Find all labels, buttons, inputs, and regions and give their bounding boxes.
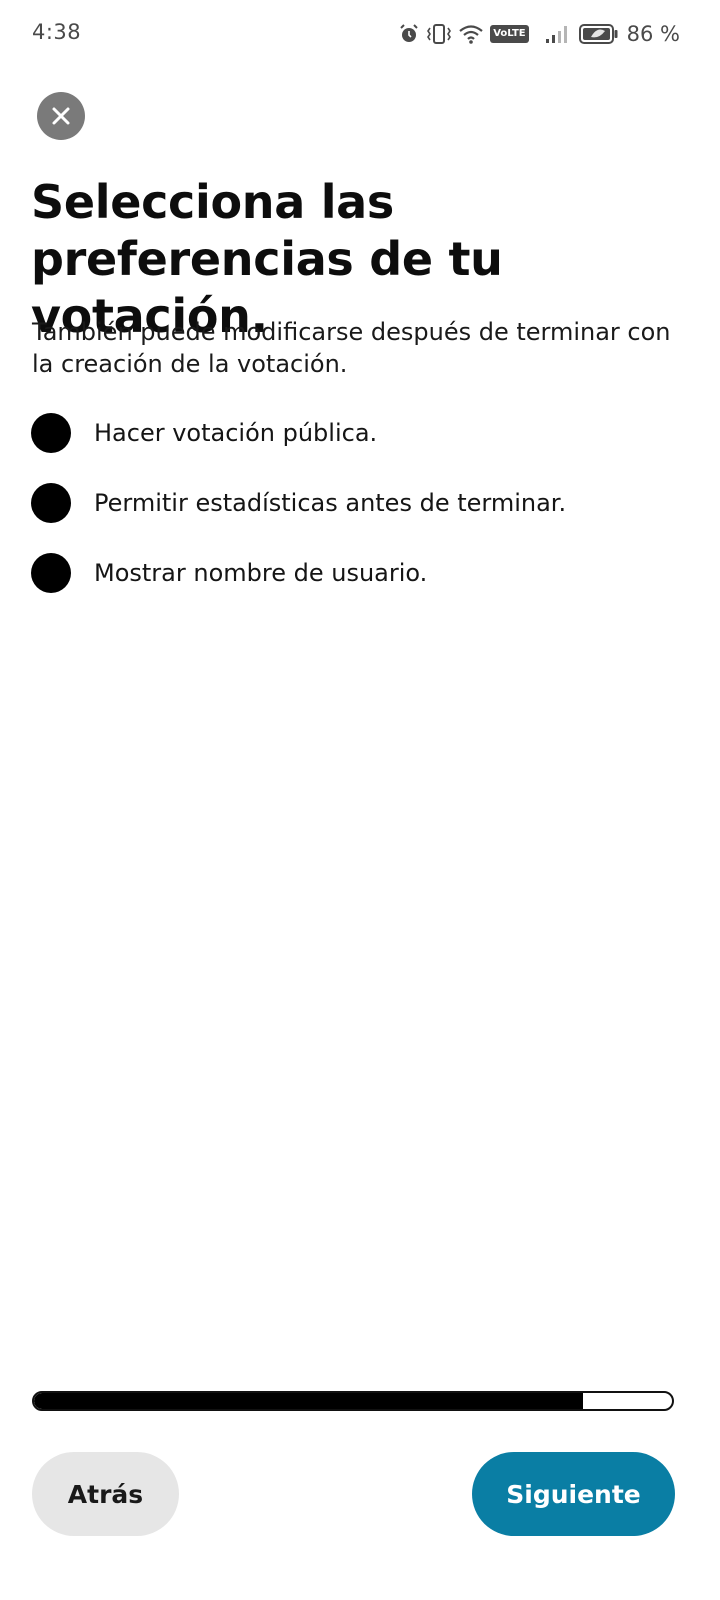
page-subtitle: También puede modificarse después de ter… [32, 318, 671, 378]
volte-icon: VoLTE [490, 25, 529, 43]
alarm-icon [398, 23, 420, 45]
preferences-list: Hacer votación pública. Permitir estadís… [31, 413, 691, 623]
progress-fill [34, 1393, 583, 1409]
signal-icon [545, 24, 569, 44]
option-label: Mostrar nombre de usuario. [94, 559, 428, 587]
next-button[interactable]: Siguiente [472, 1452, 675, 1536]
battery-icon [578, 23, 619, 45]
back-button[interactable]: Atrás [32, 1452, 179, 1536]
option-allow-stats[interactable]: Permitir estadísticas antes de terminar. [31, 483, 691, 523]
option-public-vote[interactable]: Hacer votación pública. [31, 413, 691, 453]
battery-percent: 86 % [626, 22, 680, 46]
close-icon [52, 107, 70, 125]
radio-indicator[interactable] [31, 483, 71, 523]
radio-indicator[interactable] [31, 413, 71, 453]
vibrate-icon [426, 22, 452, 46]
status-icons: VoLTE 86 % [398, 18, 680, 50]
progress-bar [32, 1391, 674, 1411]
radio-indicator[interactable] [31, 553, 71, 593]
option-show-username[interactable]: Mostrar nombre de usuario. [31, 553, 691, 593]
option-label: Permitir estadísticas antes de terminar. [94, 489, 567, 517]
wifi-icon [458, 23, 484, 45]
close-button[interactable] [37, 92, 85, 140]
option-label: Hacer votación pública. [94, 419, 378, 447]
status-time: 4:38 [32, 20, 82, 44]
status-bar: 4:38 VoLTE 86 % [0, 0, 720, 68]
